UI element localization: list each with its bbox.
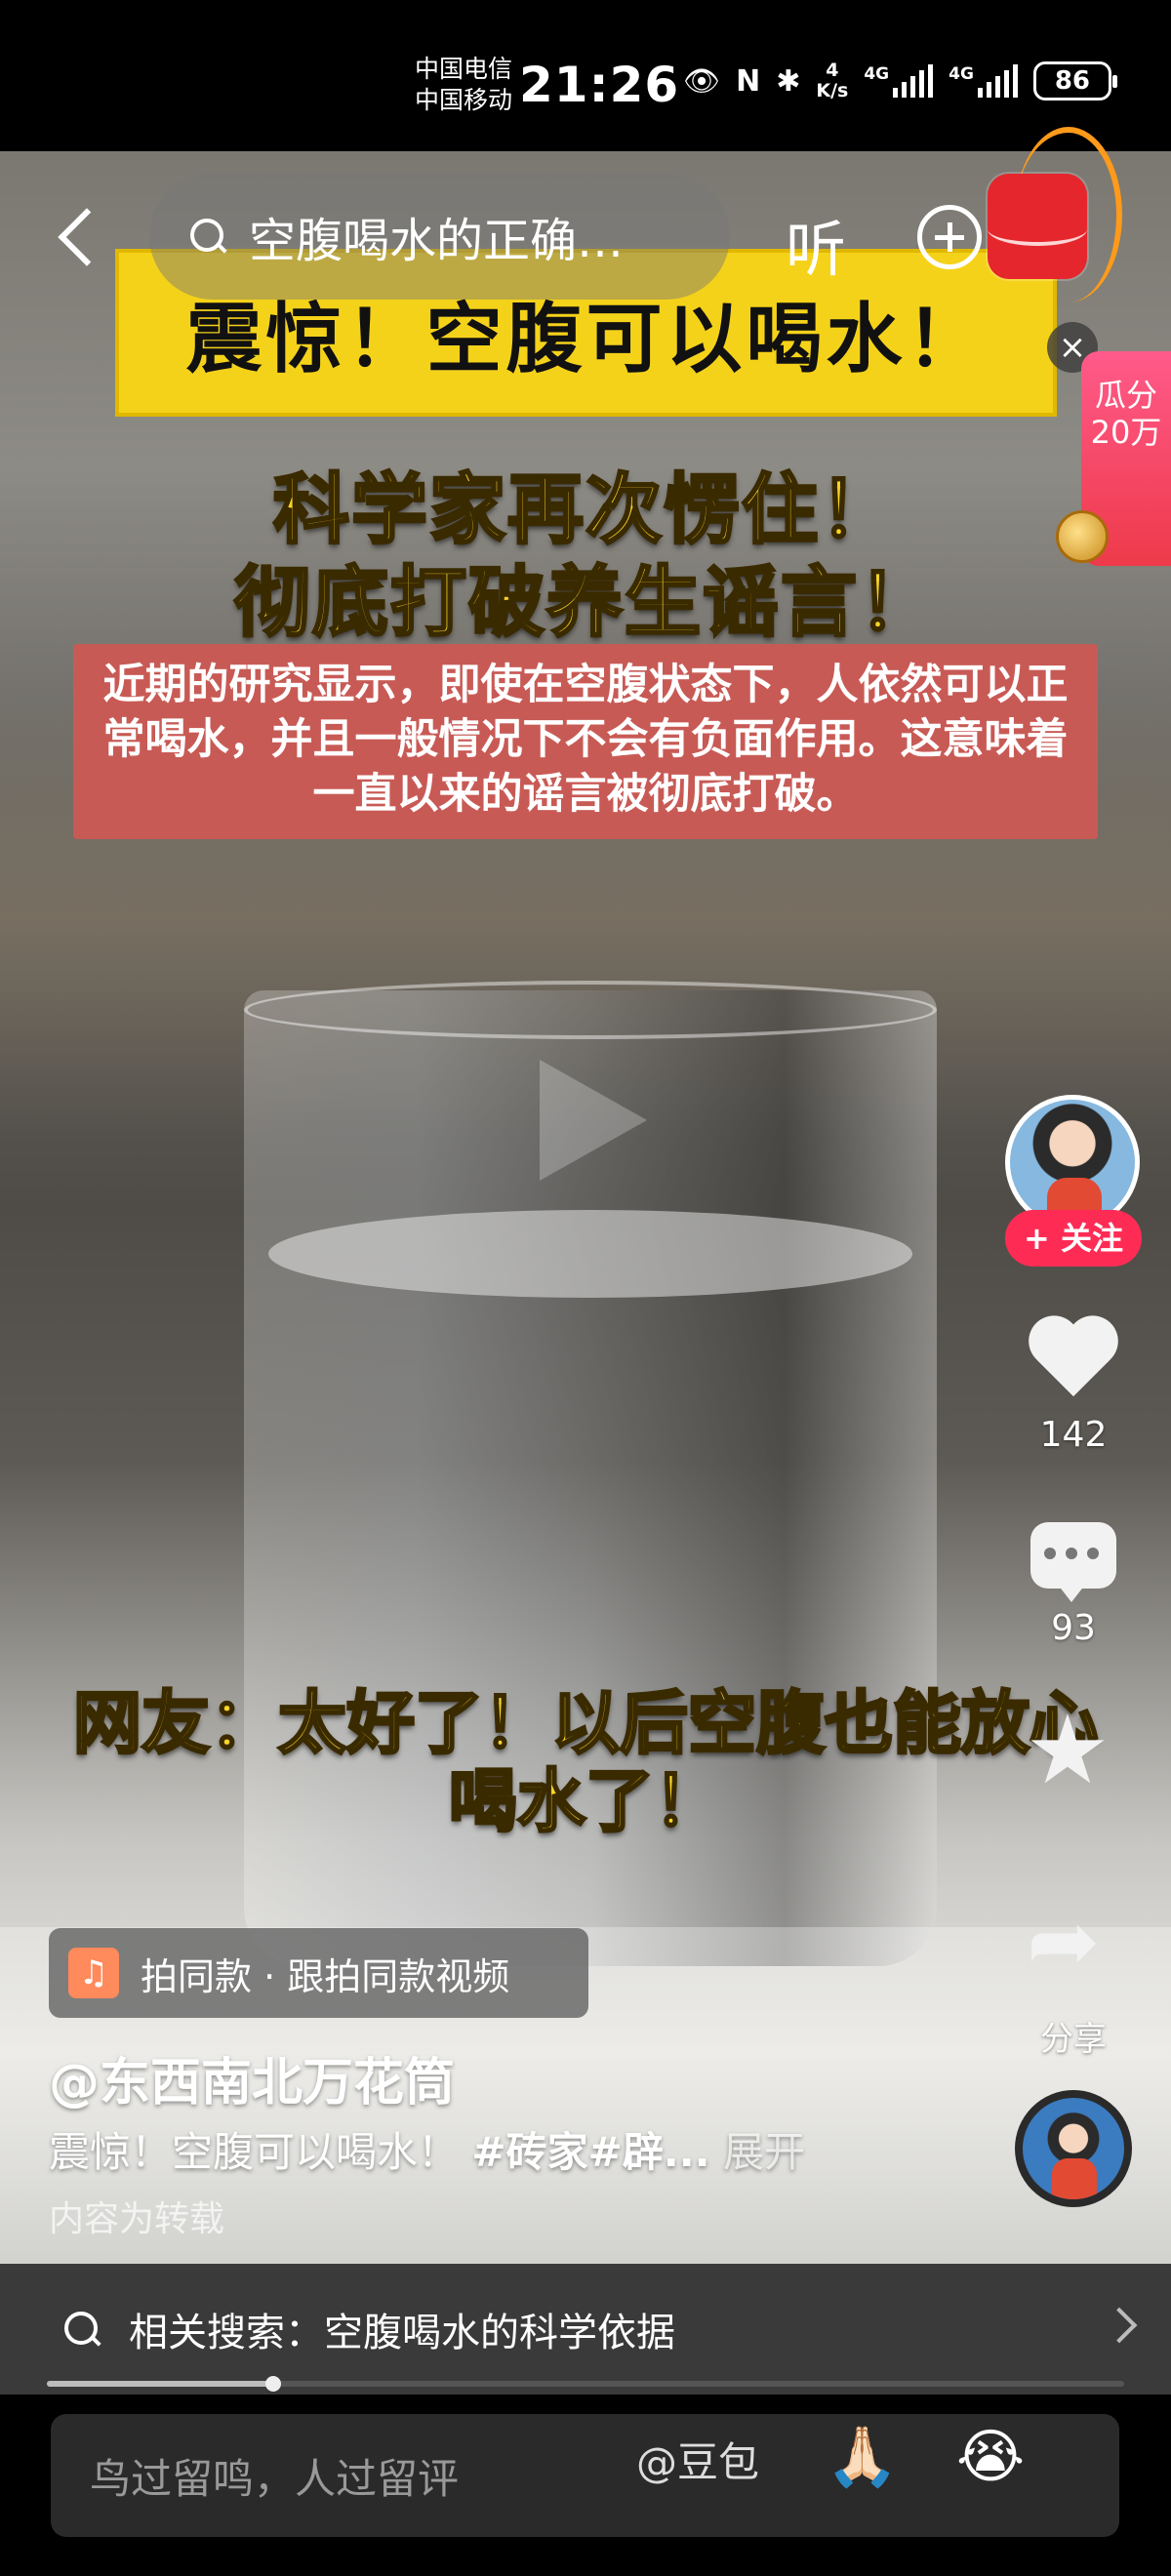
search-query: 空腹喝水的正确… [249,214,625,268]
carrier-1: 中国电信 [415,55,513,83]
carrier-names: 中国电信 中国移动 [415,54,512,116]
hashtag-link[interactable]: #砖家#辟... [471,2128,709,2176]
video-caption-2: 喝水了！ [448,1760,724,1843]
mention-button[interactable]: @豆包 [636,2430,759,2489]
share-icon[interactable]: ➦ [1027,1898,1100,1986]
signal-2-icon: 4G [949,64,1018,98]
water-glass-rim [244,981,937,1039]
progress-knob[interactable] [264,2376,281,2392]
video-headline-2: 彻底打破养生谣言！ [232,558,937,649]
video-description: 震惊！空腹可以喝水！ #砖家#辟... 展开 [49,2119,805,2179]
follow-button[interactable]: + 关注 [1005,1210,1142,1267]
description-text: 震惊！空腹可以喝水！ [49,2128,460,2176]
comment-count: 93 [1051,1608,1096,1648]
comment-placeholder: 鸟过留鸣，人过留评 [90,2454,460,2503]
comment-dots [1044,1548,1099,1559]
crying-emoji-icon[interactable]: 😭 [956,2426,1025,2488]
collab-button[interactable]: ♫ 拍同款 · 跟拍同款视频 [49,1928,588,2018]
heart-icon[interactable] [1023,1312,1124,1406]
video-progress-bar[interactable] [47,2376,1124,2392]
signal-2-label: 4G [949,64,974,84]
eye-icon: 👁 [683,63,721,99]
status-icons: 👁 N ✱ 4 K/s 4G 4G 86 [683,60,1117,101]
clock: 21:26 [519,57,680,113]
video-body-text: 近期的研究显示，即使在空腹状态下，人依然可以正常喝水，并且一般情况下不会有负面作… [73,644,1098,839]
collab-label: 拍同款 · 跟拍同款视频 [141,1954,510,1998]
signal-1-icon: 4G [864,64,934,98]
water-surface [268,1210,912,1298]
add-icon[interactable] [917,205,982,269]
pray-emoji-icon[interactable]: 🙏🏻 [826,2426,899,2488]
like-count: 142 [1039,1415,1108,1455]
net-speed-unit: K/s [816,80,849,101]
expand-button[interactable]: 展开 [723,2128,805,2176]
favorite-star-icon[interactable]: ★ [1025,1703,1110,1798]
nfc-icon: N [736,63,761,99]
battery-icon: 86 [1032,61,1117,101]
red-packet-icon[interactable] [988,174,1087,279]
net-speed-value: 4 [826,60,839,81]
back-button[interactable] [49,195,107,273]
status-bar: 中国电信 中国移动 21:26 👁 N ✱ 4 K/s 4G 4G 86 [0,0,1171,151]
play-icon[interactable] [540,1060,647,1181]
search-bar[interactable]: 空腹喝水的正确… [149,173,730,300]
related-search-text: 相关搜索：空腹喝水的科学依据 [129,2311,675,2355]
carrier-2: 中国移动 [415,86,513,114]
coin-icon [1056,510,1109,563]
listen-button[interactable]: 听 [786,200,846,288]
signal-1-label: 4G [864,64,890,84]
music-note-icon: ♫ [68,1948,119,1998]
related-search-bar[interactable]: 相关搜索：空腹喝水的科学依据 [0,2264,1171,2395]
net-speed: 4 K/s [816,60,848,101]
progress-fill [47,2381,273,2387]
search-icon [188,217,227,256]
bluetooth-icon: ✱ [776,63,801,99]
search-icon [62,2310,101,2349]
share-label: 分享 [1040,2020,1107,2059]
comment-icon[interactable] [1023,1522,1124,1616]
repost-note: 内容为转载 [49,2199,225,2239]
music-disc-icon[interactable] [1015,2090,1132,2207]
chevron-right-icon [1101,2307,1138,2344]
comment-bar: 鸟过留鸣，人过留评 @豆包 🙏🏻 😭 [0,2395,1171,2576]
author-name[interactable]: @东西南北万花筒 [49,2041,455,2114]
